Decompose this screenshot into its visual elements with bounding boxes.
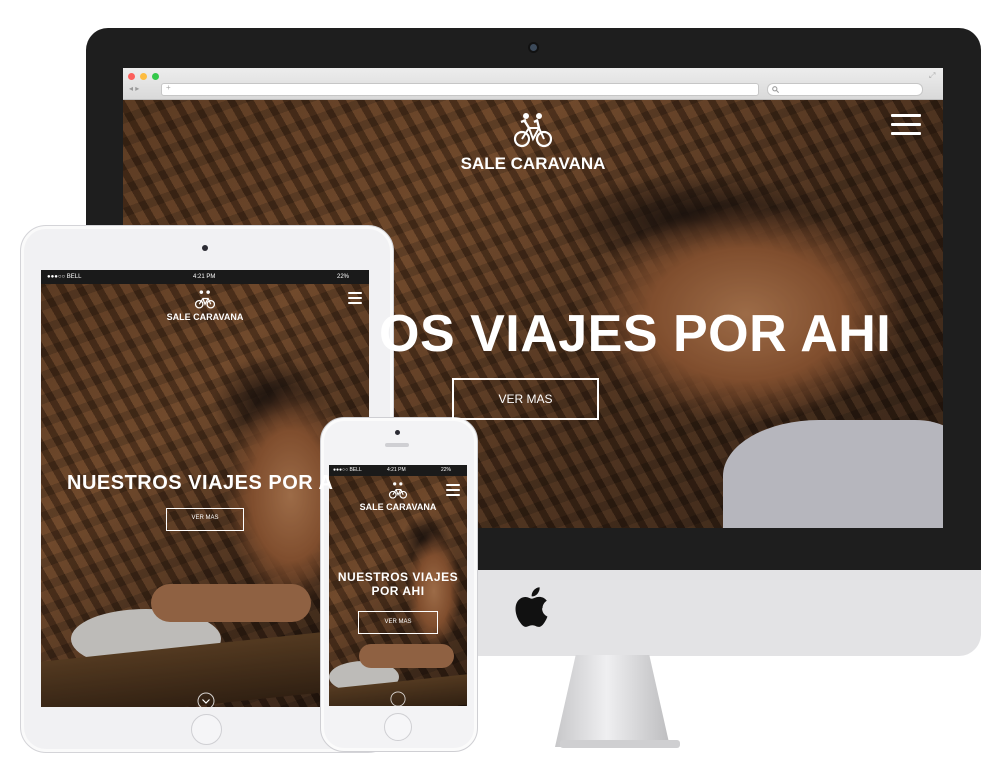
hamburger-menu-icon[interactable] xyxy=(348,292,362,304)
hero-title: NUESTROS VIAJES POR AHI xyxy=(329,570,467,598)
battery-label: 22% xyxy=(337,274,350,280)
brand-name: SALE CARAVANA xyxy=(166,312,244,322)
clock-label: 4:21 PM xyxy=(387,467,406,473)
ver-mas-button[interactable]: VER MAS xyxy=(358,611,438,634)
browser-toolbar: ◂ ▸ + ⤢ xyxy=(123,68,943,100)
brand-name: SALE CARAVANA xyxy=(460,154,606,173)
minimize-window-button[interactable] xyxy=(140,73,147,80)
chevron-down-circle-icon[interactable] xyxy=(390,691,406,706)
battery-label: 22% xyxy=(441,467,452,473)
imac-stand xyxy=(555,655,670,747)
ver-mas-button[interactable]: VER MAS xyxy=(166,508,244,531)
clock-label: 4:21 PM xyxy=(193,274,216,280)
hero-title-line-2: POR AHI xyxy=(371,584,425,598)
ipad-camera xyxy=(202,245,208,251)
iphone-camera xyxy=(395,430,400,435)
chevron-down-circle-icon[interactable] xyxy=(197,692,215,707)
phone-status-bar: ●●●○○ BELL 4:21 PM 22% xyxy=(329,465,467,476)
maximize-window-button[interactable] xyxy=(152,73,159,80)
tablet-status-bar: ●●●○○ BELL 4:21 PM 22% xyxy=(41,270,369,284)
add-tab-icon[interactable]: + xyxy=(166,83,171,92)
carrier-label: ●●●○○ BELL xyxy=(333,467,362,473)
ver-mas-button[interactable]: VER MAS xyxy=(452,378,599,420)
url-bar[interactable]: + xyxy=(161,83,759,96)
hamburger-menu-icon[interactable] xyxy=(446,484,460,496)
imac-camera xyxy=(530,44,537,51)
iphone-speaker xyxy=(385,443,409,447)
hamburger-menu-icon[interactable] xyxy=(891,114,921,135)
site-logo[interactable]: SALE CARAVANA xyxy=(423,112,643,174)
phone-screen: ●●●○○ BELL 4:21 PM 22% SALE CARAVANA NUE… xyxy=(329,465,467,706)
tandem-bicycle-logo-icon xyxy=(388,482,408,499)
browser-search-input[interactable] xyxy=(767,83,923,96)
imac-stand-base xyxy=(560,740,680,748)
hero-title: NUESTROS VIAJES POR A xyxy=(67,472,334,494)
brand-name: SALE CARAVANA xyxy=(359,502,437,512)
hero-title: OS VIAJES POR AHI xyxy=(379,305,892,363)
tandem-bicycle-logo-icon xyxy=(513,113,553,148)
ipad-home-button[interactable] xyxy=(191,714,222,745)
site-logo[interactable]: SALE CARAVANA xyxy=(343,482,453,512)
search-icon xyxy=(772,86,779,93)
fullscreen-icon[interactable]: ⤢ xyxy=(929,71,935,81)
phone-hero-section: SALE CARAVANA NUESTROS VIAJES POR AHI VE… xyxy=(329,476,467,706)
close-window-button[interactable] xyxy=(128,73,135,80)
carrier-label: ●●●○○ BELL xyxy=(47,274,82,280)
hero-title-line-1: NUESTROS VIAJES xyxy=(337,570,459,584)
apple-logo-icon xyxy=(515,587,548,627)
iphone-home-button[interactable] xyxy=(384,713,412,741)
site-logo[interactable]: SALE CARAVANA xyxy=(145,290,265,322)
back-forward-icon[interactable]: ◂ ▸ xyxy=(129,83,139,94)
tandem-bicycle-logo-icon xyxy=(194,290,216,309)
